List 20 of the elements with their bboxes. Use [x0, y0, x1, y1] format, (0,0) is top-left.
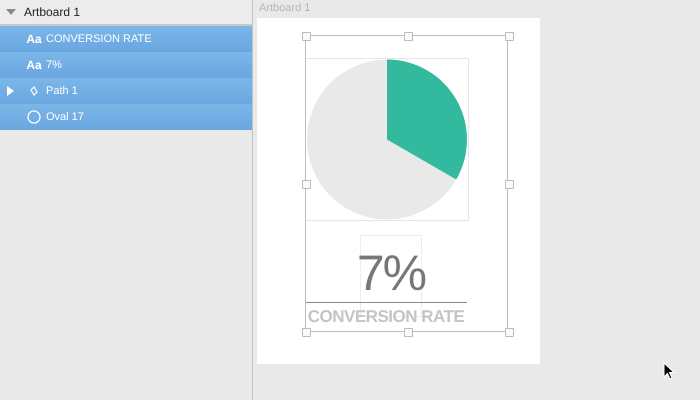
resize-handle[interactable]	[404, 328, 413, 337]
resize-handle[interactable]	[302, 328, 311, 337]
resize-handle[interactable]	[505, 180, 514, 189]
path-icon	[30, 86, 38, 96]
resize-handle[interactable]	[302, 32, 311, 41]
layer-row[interactable]: Path 1	[0, 78, 252, 104]
disclosure-triangle-icon[interactable]	[6, 8, 16, 16]
oval-icon	[27, 110, 41, 124]
artboard-layer-title[interactable]: Artboard 1	[24, 5, 80, 19]
resize-handle[interactable]	[404, 32, 413, 41]
mouse-pointer-icon	[663, 362, 675, 381]
resize-handle[interactable]	[505, 32, 514, 41]
text-layer-icon: Aa	[22, 32, 46, 46]
text-layer-icon: Aa	[22, 58, 46, 72]
layer-row[interactable]: Aa CONVERSION RATE	[0, 26, 252, 52]
disclosure-triangle-icon[interactable]	[7, 86, 15, 96]
resize-handle[interactable]	[505, 328, 514, 337]
layer-row[interactable]: Oval 17	[0, 104, 252, 130]
layer-row[interactable]: Aa 7%	[0, 52, 252, 78]
resize-handle[interactable]	[302, 180, 311, 189]
